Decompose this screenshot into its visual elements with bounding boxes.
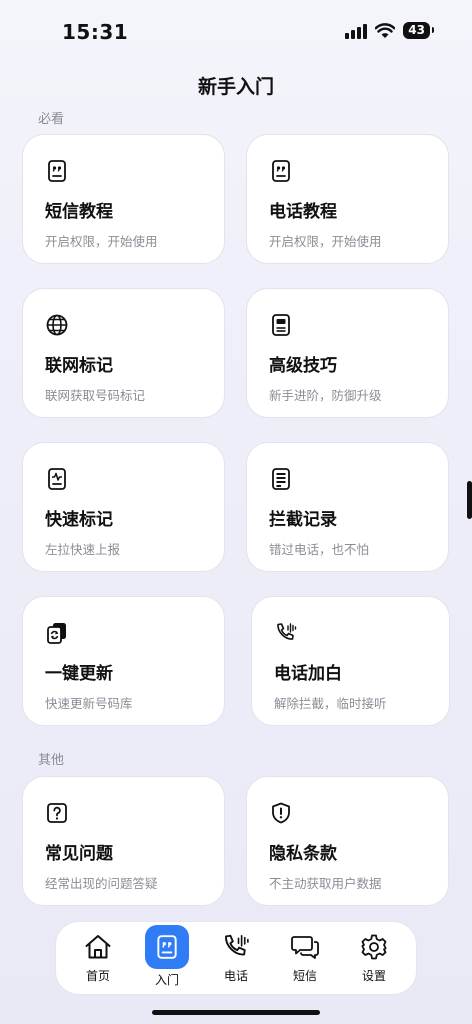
list-doc-icon	[272, 468, 290, 490]
card-sms-tutorial[interactable]: 短信教程 开启权限，开始使用	[22, 134, 225, 264]
signal-icon	[345, 23, 368, 39]
tab-label: 设置	[361, 969, 386, 983]
card-subtitle: 新手进阶，防御升级	[269, 388, 382, 403]
tab-label: 入门	[154, 972, 179, 987]
home-indicator	[152, 1010, 320, 1015]
tab-label: 首页	[85, 969, 110, 983]
page-title: 新手入门	[197, 76, 274, 98]
tab-phone[interactable]: 电话	[206, 932, 266, 984]
message-doc-icon	[272, 160, 290, 182]
card-title: 电话加白	[274, 664, 342, 684]
tab-getting-started[interactable]: 入门	[137, 924, 197, 988]
card-subtitle: 解除拦截，临时接听	[274, 696, 387, 711]
tab-sms[interactable]: 短信	[275, 932, 335, 984]
card-faq[interactable]: 常见问题 经常出现的问题答疑	[22, 776, 225, 906]
card-subtitle: 开启权限，开始使用	[45, 234, 158, 249]
refresh-doc-icon	[47, 623, 66, 644]
card-online-mark[interactable]: 联网标记 联网获取号码标记	[22, 288, 225, 418]
gear-icon	[361, 934, 387, 960]
phone-wave-icon	[225, 934, 249, 956]
question-icon	[47, 803, 67, 823]
card-subtitle: 联网获取号码标记	[45, 388, 146, 403]
scroll-handle[interactable]	[467, 481, 472, 519]
tab-bar: 首页 入门 电话 短信 设置	[55, 921, 417, 995]
card-one-click-update[interactable]: 一键更新 快速更新号码库	[22, 596, 225, 726]
active-tab-highlight	[145, 924, 189, 969]
card-title: 拦截记录	[269, 510, 337, 530]
status-bar: 15:31 43	[0, 0, 472, 62]
card-subtitle: 经常出现的问题答疑	[45, 876, 158, 891]
card-title: 快速标记	[45, 510, 113, 530]
card-title: 高级技巧	[269, 356, 337, 376]
message-doc-icon	[157, 934, 177, 959]
status-time: 15:31	[62, 20, 129, 44]
tab-label: 电话	[223, 969, 248, 983]
card-subtitle: 左拉快速上报	[45, 542, 121, 557]
tab-label: 短信	[292, 969, 317, 983]
card-title: 常见问题	[45, 844, 113, 864]
card-privacy-policy[interactable]: 隐私条款 不主动获取用户数据	[246, 776, 449, 906]
phone-wave-icon	[277, 623, 297, 640]
battery-indicator: 43	[403, 22, 434, 39]
card-advanced-tips[interactable]: 高级技巧 新手进阶，防御升级	[246, 288, 449, 418]
home-icon	[85, 935, 111, 959]
card-subtitle: 快速更新号码库	[45, 696, 133, 711]
card-subtitle: 开启权限，开始使用	[269, 234, 382, 249]
section-label-other: 其他	[38, 753, 65, 768]
card-subtitle: 错过电话，也不怕	[269, 542, 370, 557]
card-quick-mark[interactable]: 快速标记 左拉快速上报	[22, 442, 225, 572]
card-phone-tutorial[interactable]: 电话教程 开启权限，开始使用	[246, 134, 449, 264]
section-label-must-see: 必看	[38, 112, 65, 127]
chat-bubbles-icon	[291, 936, 319, 959]
tab-settings[interactable]: 设置	[344, 932, 404, 984]
card-title: 联网标记	[45, 356, 113, 376]
card-title: 电话教程	[269, 202, 337, 222]
wifi-icon	[375, 22, 396, 38]
globe-icon	[46, 314, 68, 336]
card-title: 短信教程	[45, 202, 113, 222]
card-title: 隐私条款	[269, 844, 337, 864]
card-block-records[interactable]: 拦截记录 错过电话，也不怕	[246, 442, 449, 572]
pulse-doc-icon	[48, 468, 66, 490]
shield-icon	[272, 802, 290, 824]
status-icons: 43	[345, 22, 434, 39]
card-phone-whitelist[interactable]: 电话加白 解除拦截，临时接听	[251, 596, 450, 726]
card-title: 一键更新	[45, 664, 113, 684]
card-subtitle: 不主动获取用户数据	[269, 876, 382, 891]
message-doc-icon	[48, 160, 66, 182]
tab-home[interactable]: 首页	[68, 932, 128, 984]
document-icon	[272, 314, 290, 336]
